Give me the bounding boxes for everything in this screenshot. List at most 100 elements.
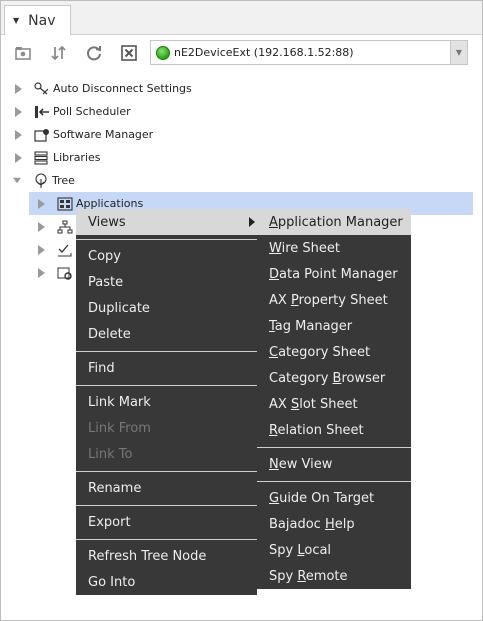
software-manager-icon: [33, 127, 51, 143]
ord-selector[interactable]: nE2DeviceExt (192.168.1.52:88) ▼: [150, 40, 468, 65]
caret-down-icon[interactable]: ▼: [13, 16, 19, 25]
libraries-icon: [33, 150, 51, 166]
expand-arrow-icon[interactable]: [14, 106, 22, 117]
menu-item-go-into[interactable]: Go Into: [76, 569, 257, 595]
tree-item-services[interactable]: [29, 238, 79, 261]
tab-bar: ▼ Nav: [1, 1, 482, 35]
tree-item-label: Poll Scheduler: [53, 105, 131, 118]
close-button[interactable]: [117, 41, 141, 65]
menu-item-label: Paste: [88, 274, 124, 290]
menu-item-copy[interactable]: Copy: [76, 243, 257, 269]
menu-item-label: Copy: [88, 248, 121, 264]
menu-item-duplicate[interactable]: Duplicate: [76, 295, 257, 321]
menu-divider: [76, 539, 257, 540]
submenu-item-category-sheet[interactable]: Category Sheet: [257, 339, 411, 365]
refresh-button[interactable]: [82, 41, 106, 65]
submenu-item-spy-remote[interactable]: Spy Remote: [257, 563, 411, 589]
menu-item-label: Duplicate: [88, 300, 150, 316]
auto-disconnect-icon: [33, 81, 51, 97]
tree-item-auto-disconnect[interactable]: Auto Disconnect Settings: [1, 77, 482, 100]
submenu-item-label: Category Browser: [269, 370, 386, 386]
menu-item-label: Refresh Tree Node: [88, 548, 207, 564]
submenu-item-category-browser[interactable]: Category Browser: [257, 365, 411, 391]
tab-nav[interactable]: ▼ Nav: [4, 5, 71, 35]
menu-item-export[interactable]: Export: [76, 509, 257, 535]
submenu-item-new-view[interactable]: New View: [257, 451, 411, 477]
submenu-item-tag-manager[interactable]: Tag Manager: [257, 313, 411, 339]
config-icon: [56, 265, 74, 281]
expand-arrow-icon[interactable]: [14, 152, 22, 163]
submenu-item-bajadoc-help[interactable]: Bajadoc Help: [257, 511, 411, 537]
submenu-item-label: Spy Local: [269, 542, 332, 558]
submenu-item-label: Wire Sheet: [269, 240, 340, 256]
tree-item-tree[interactable]: Tree: [1, 169, 482, 192]
tab-nav-label: Nav: [28, 12, 56, 29]
submenu-item-label: AX Property Sheet: [269, 292, 388, 308]
menu-divider: [76, 471, 257, 472]
network-icon: [56, 219, 74, 235]
submenu-item-relation-sheet[interactable]: Relation Sheet: [257, 417, 411, 443]
submenu-item-label: AX Slot Sheet: [269, 396, 358, 412]
submenu-item-ax-slot-sheet[interactable]: AX Slot Sheet: [257, 391, 411, 417]
submenu-item-application-manager[interactable]: Application Manager: [257, 209, 411, 235]
expand-arrow-icon[interactable]: [37, 221, 45, 232]
menu-item-label: Export: [88, 514, 131, 530]
menu-item-link-from: Link From: [76, 415, 257, 441]
tree-item-config[interactable]: [29, 261, 79, 284]
submenu-item-spy-local[interactable]: Spy Local: [257, 537, 411, 563]
menu-item-find[interactable]: Find: [76, 355, 257, 381]
chevron-down-icon[interactable]: ▼: [450, 41, 467, 64]
expand-arrow-icon[interactable]: [37, 267, 45, 278]
submenu-item-label: Bajadoc Help: [269, 516, 355, 532]
menu-item-label: Find: [88, 360, 115, 376]
submenu-arrow-icon: [249, 217, 255, 227]
menu-item-label: Link Mark: [88, 394, 151, 410]
menu-item-views[interactable]: Views: [76, 209, 257, 235]
menu-item-rename[interactable]: Rename: [76, 475, 257, 501]
menu-item-delete[interactable]: Delete: [76, 321, 257, 347]
submenu-item-label: Spy Remote: [269, 568, 348, 584]
submenu-item-label: Relation Sheet: [269, 422, 364, 438]
submenu-item-ax-property-sheet[interactable]: AX Property Sheet: [257, 287, 411, 313]
submenu-item-label: Tag Manager: [269, 318, 353, 334]
close-icon: [121, 45, 137, 61]
expand-arrow-icon[interactable]: [37, 198, 45, 209]
tree-item-libraries[interactable]: Libraries: [1, 146, 482, 169]
menu-item-label: Link From: [88, 420, 151, 436]
menu-divider: [76, 505, 257, 506]
menu-item-link-mark[interactable]: Link Mark: [76, 389, 257, 415]
submenu-item-label: Category Sheet: [269, 344, 371, 360]
menu-item-paste[interactable]: Paste: [76, 269, 257, 295]
sort-button[interactable]: [47, 41, 71, 65]
views-submenu: Application Manager Wire Sheet Data Poin…: [257, 209, 411, 589]
tree-item-software-manager[interactable]: Software Manager: [1, 123, 482, 146]
submenu-item-guide-on-target[interactable]: Guide On Target: [257, 485, 411, 511]
folder-add-icon: [15, 47, 31, 60]
menu-item-label: Link To: [88, 446, 133, 462]
submenu-item-data-point-manager[interactable]: Data Point Manager: [257, 261, 411, 287]
menu-item-label: Rename: [88, 480, 142, 496]
menu-item-label: Delete: [88, 326, 131, 342]
collapse-arrow-icon[interactable]: [13, 176, 21, 186]
expand-arrow-icon[interactable]: [14, 129, 22, 140]
submenu-item-wire-sheet[interactable]: Wire Sheet: [257, 235, 411, 261]
expand-arrow-icon[interactable]: [14, 83, 22, 94]
submenu-item-label: Data Point Manager: [269, 266, 398, 282]
context-menu: Views Copy Paste Duplicate Delete Find L…: [76, 209, 257, 595]
tree-item-network[interactable]: [29, 215, 79, 238]
menu-item-label: Views: [88, 214, 126, 230]
menu-item-label: Go Into: [88, 574, 136, 590]
menu-divider: [76, 385, 257, 386]
menu-divider: [257, 447, 411, 448]
tree-item-poll-scheduler[interactable]: Poll Scheduler: [1, 100, 482, 123]
sort-arrows-icon: [51, 45, 66, 61]
menu-divider: [257, 481, 411, 482]
tree-item-label: Software Manager: [53, 128, 154, 141]
menu-divider: [76, 239, 257, 240]
menu-item-refresh-tree-node[interactable]: Refresh Tree Node: [76, 543, 257, 569]
submenu-item-label: Guide On Target: [269, 490, 375, 506]
new-folder-button[interactable]: [11, 41, 35, 65]
submenu-item-label: New View: [269, 456, 333, 472]
expand-arrow-icon[interactable]: [37, 244, 45, 255]
refresh-icon: [87, 46, 101, 61]
